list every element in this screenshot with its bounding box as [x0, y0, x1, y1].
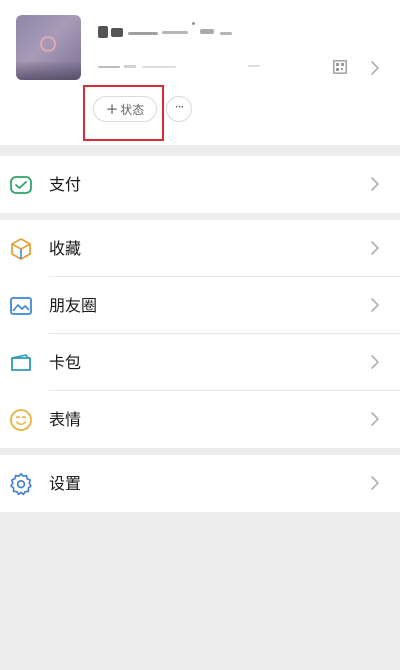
favorites-icon: [11, 238, 31, 260]
add-status-button[interactable]: + 状态: [93, 96, 157, 122]
menu-item-label: 卡包: [49, 353, 82, 372]
chevron-right-icon: [371, 298, 379, 312]
menu-item-label: 支付: [49, 175, 82, 194]
card-package-icon: [11, 354, 31, 371]
profile-id-redacted: [98, 62, 268, 72]
chevron-right-icon: [371, 355, 379, 369]
ellipsis-icon: ···: [174, 100, 185, 114]
moments-icon: [10, 297, 32, 315]
plus-icon: +: [105, 99, 119, 118]
menu-item-pay[interactable]: 支付: [0, 156, 400, 213]
profile-header[interactable]: + 状态 ···: [0, 0, 400, 145]
menu-group-settings: 设置: [0, 455, 400, 512]
more-options-button[interactable]: ···: [166, 96, 192, 122]
chevron-right-icon[interactable]: [369, 60, 381, 76]
chevron-right-icon: [371, 241, 379, 255]
menu-group-pay: 支付: [0, 156, 400, 213]
menu-item-settings[interactable]: 设置: [0, 455, 400, 512]
avatar-shade: [16, 62, 81, 80]
menu-item-stickers[interactable]: 表情: [0, 391, 400, 448]
menu-item-card-package[interactable]: 卡包: [0, 334, 400, 391]
menu-group-main: 收藏 朋友圈 卡包 表情: [0, 220, 400, 448]
menu-item-label: 收藏: [49, 239, 82, 258]
qr-code-icon[interactable]: [333, 60, 347, 74]
settings-gear-icon: [10, 473, 32, 496]
chevron-right-icon: [371, 412, 379, 426]
avatar[interactable]: [16, 15, 81, 80]
avatar-decoration: [40, 36, 56, 52]
menu-item-label: 朋友圈: [49, 296, 98, 315]
pay-icon: [10, 176, 32, 194]
sticker-icon: [10, 409, 32, 431]
menu-item-label: 表情: [49, 410, 82, 429]
menu-item-favorites[interactable]: 收藏: [0, 220, 400, 277]
chevron-right-icon: [371, 177, 379, 191]
menu-item-moments[interactable]: 朋友圈: [0, 277, 400, 334]
profile-name-redacted: [98, 20, 236, 42]
chevron-right-icon: [371, 476, 379, 490]
status-button-label: 状态: [120, 102, 145, 117]
menu-item-label: 设置: [49, 474, 82, 493]
